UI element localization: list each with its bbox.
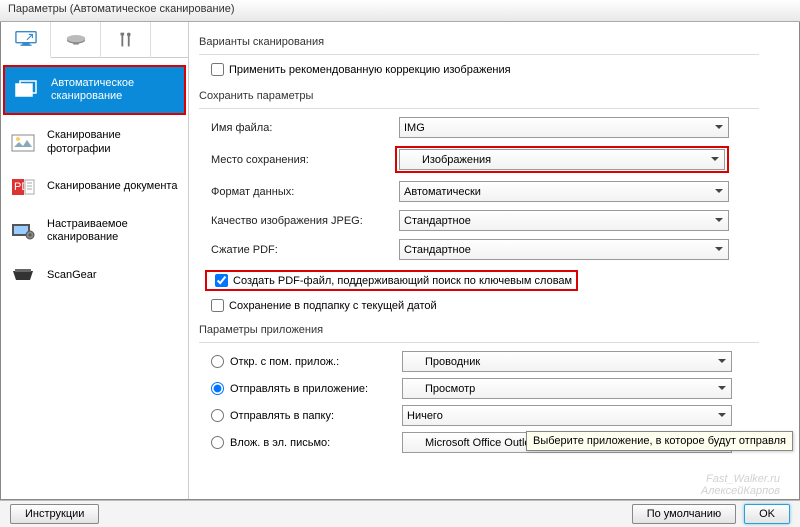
- photo-icon: [9, 132, 37, 154]
- sidebar-label: Автоматическое сканирование: [51, 77, 176, 103]
- sidebar-label: Сканирование фотографии: [47, 129, 180, 155]
- window-titlebar: Параметры (Автоматическое сканирование): [0, 0, 800, 22]
- custom-icon: [9, 220, 37, 242]
- tab-scanner[interactable]: [51, 22, 101, 58]
- tools-icon: [115, 31, 137, 49]
- sidebar-item-scangear[interactable]: ScanGear: [1, 254, 188, 296]
- sidebar-item-auto-scan[interactable]: Автоматическое сканирование: [5, 67, 184, 113]
- document-pdf-icon: PDF: [9, 176, 37, 198]
- scanner-icon: [65, 31, 87, 49]
- instructions-button[interactable]: Инструкции: [10, 504, 99, 524]
- pdf-searchable-label: Создать PDF-файл, поддерживающий поиск п…: [233, 275, 572, 287]
- location-label: Место сохранения:: [199, 154, 399, 166]
- group-app-params: Параметры приложения: [199, 324, 799, 336]
- send-folder-label: Отправлять в папку:: [230, 410, 334, 422]
- sidebar: Автоматическое сканирование Сканирование…: [1, 22, 189, 499]
- group-save-params: Сохранить параметры: [199, 90, 799, 102]
- pdf-compression-label: Сжатие PDF:: [199, 244, 399, 256]
- apply-correction-checkbox[interactable]: [211, 63, 224, 76]
- open-with-label: Откр. с пом. прилож.:: [230, 356, 339, 368]
- location-select[interactable]: Изображения: [399, 149, 725, 170]
- group-scan-options: Варианты сканирования: [199, 36, 799, 48]
- window-title: Параметры (Автоматическое сканирование): [8, 3, 235, 15]
- scangear-icon: [9, 264, 37, 286]
- sidebar-label: Настраиваемое сканирование: [47, 218, 180, 244]
- send-app-label: Отправлять в приложение:: [230, 383, 368, 395]
- save-subfolder-checkbox[interactable]: [211, 299, 224, 312]
- defaults-button[interactable]: По умолчанию: [632, 504, 736, 524]
- sidebar-item-doc-scan[interactable]: PDF Сканирование документа: [1, 166, 188, 208]
- sidebar-item-custom-scan[interactable]: Настраиваемое сканирование: [1, 208, 188, 254]
- send-app-select[interactable]: Просмотр: [402, 378, 732, 399]
- jpeg-quality-label: Качество изображения JPEG:: [199, 215, 399, 227]
- sidebar-label: ScanGear: [47, 269, 97, 282]
- tab-tools[interactable]: [101, 22, 151, 58]
- format-label: Формат данных:: [199, 186, 399, 198]
- sidebar-item-photo-scan[interactable]: Сканирование фотографии: [1, 119, 188, 165]
- jpeg-quality-select[interactable]: Стандартное: [399, 210, 729, 231]
- tab-scan-from-computer[interactable]: [1, 22, 51, 58]
- sidebar-label: Сканирование документа: [47, 180, 177, 193]
- pdf-searchable-checkbox[interactable]: [215, 274, 228, 287]
- send-email-label: Влож. в эл. письмо:: [230, 437, 330, 449]
- apply-correction-label: Применить рекомендованную коррекцию изоб…: [229, 64, 511, 76]
- auto-scan-icon: [13, 79, 41, 101]
- send-folder-radio[interactable]: [211, 409, 224, 422]
- filename-select[interactable]: IMG: [399, 117, 729, 138]
- ok-button[interactable]: OK: [744, 504, 790, 524]
- send-folder-select[interactable]: Ничего: [402, 405, 732, 426]
- pdf-compression-select[interactable]: Стандартное: [399, 239, 729, 260]
- footer: Инструкции По умолчанию OK: [0, 500, 800, 527]
- send-email-radio[interactable]: [211, 436, 224, 449]
- save-subfolder-label: Сохранение в подпапку с текущей датой: [229, 300, 437, 312]
- format-select[interactable]: Автоматически: [399, 181, 729, 202]
- content-panel: Варианты сканирования Применить рекоменд…: [189, 22, 799, 499]
- send-app-radio[interactable]: [211, 382, 224, 395]
- filename-label: Имя файла:: [199, 122, 399, 134]
- open-with-select[interactable]: Проводник: [402, 351, 732, 372]
- monitor-icon: [15, 30, 37, 48]
- open-with-radio[interactable]: [211, 355, 224, 368]
- top-tabs: [1, 22, 188, 58]
- tooltip: Выберите приложение, в которое будут отп…: [526, 431, 793, 451]
